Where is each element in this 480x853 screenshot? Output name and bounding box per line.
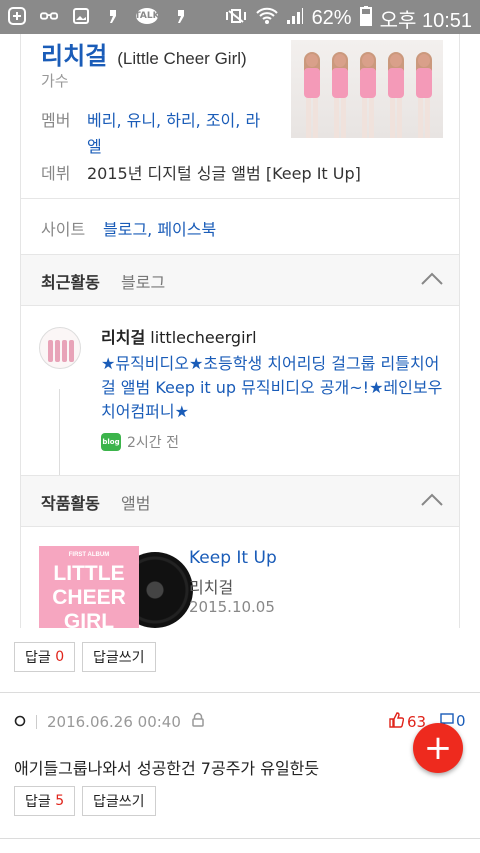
- comment-date: 2016.06.26 00:40: [47, 713, 181, 731]
- wifi-icon: [255, 7, 278, 31]
- add-comment-fab[interactable]: +: [413, 723, 463, 773]
- profile-card: 리치걸 (Little Cheer Girl) 가수 멤버 베리, 유니, 하리…: [20, 34, 460, 628]
- reply-count: 5: [55, 793, 65, 809]
- reply-label: 답글: [25, 650, 51, 666]
- debut-value: 2015년 디지털 싱글 앨범 [Keep It Up]: [87, 164, 361, 183]
- chevron-up-icon[interactable]: [421, 492, 443, 506]
- album-title[interactable]: Keep It Up: [189, 548, 277, 568]
- profile-name-en: (Little Cheer Girl): [117, 49, 247, 68]
- blog-icon: blog: [101, 433, 121, 451]
- reply-indicator-count: 0: [456, 712, 466, 730]
- profile-name-row: 리치걸 (Little Cheer Girl): [41, 36, 247, 71]
- recent-title: 최근활동: [41, 273, 100, 292]
- members-line2[interactable]: 엘: [87, 133, 102, 157]
- lock-icon: [191, 712, 205, 732]
- blog-author-id: littlecheergirl: [150, 328, 257, 347]
- write-reply-button[interactable]: 답글쓰기: [82, 786, 156, 816]
- blog-post-link[interactable]: ★뮤직비디오★초등학생 치어리딩 걸그룹 리틀치어걸 앨범 Keep it up…: [101, 352, 446, 424]
- works-title: 작품활동: [41, 494, 100, 513]
- notification-icons: TALK: [8, 7, 190, 25]
- status-bar: TALK 62% 오후 10:51: [0, 0, 480, 34]
- plus-icon: [8, 7, 26, 25]
- profile-name[interactable]: 리치걸: [41, 36, 107, 71]
- chevron-up-icon[interactable]: [421, 271, 443, 285]
- divider: [21, 198, 459, 199]
- battery-percent: 62%: [311, 7, 352, 29]
- debut-label: 데뷔: [41, 164, 71, 183]
- comment-divider: [0, 692, 480, 693]
- signal-icon: [286, 7, 304, 31]
- reply-label: 답글: [25, 794, 51, 810]
- talk-icon: TALK: [134, 8, 160, 24]
- album-artist: 리치걸: [189, 578, 234, 597]
- comment-text: 애기들그룹나와서 성공한건 7공주가 유일한듯: [14, 759, 320, 778]
- works-sub: 앨범: [121, 494, 151, 513]
- site-label: 사이트: [41, 220, 86, 239]
- profile-job: 가수: [41, 72, 69, 90]
- recent-activity-header[interactable]: 최근활동 블로그: [21, 255, 459, 305]
- album-cover-line3: GIRL: [63, 610, 115, 628]
- album-date: 2015.10.05: [189, 598, 275, 616]
- album-cover-line1: LITTLE: [53, 562, 125, 585]
- comment-divider: [0, 838, 480, 839]
- album-cover-line2: CHEER: [52, 586, 126, 609]
- reply-count-button[interactable]: 답글 0: [14, 642, 76, 672]
- thumbs-up-icon: [388, 712, 405, 732]
- blog-avatar[interactable]: [39, 327, 81, 369]
- reply-count: 0: [55, 649, 65, 665]
- divider: [21, 305, 459, 306]
- glasses-icon: [40, 7, 58, 25]
- recent-sub: 블로그: [121, 273, 166, 292]
- blog-time: 2시간 전: [127, 435, 179, 451]
- battery-icon: [359, 5, 372, 32]
- separator: [36, 715, 37, 729]
- quote-icon: [104, 7, 122, 25]
- write-reply-button[interactable]: 답글쓰기: [82, 642, 156, 672]
- works-header[interactable]: 작품활동 앨범: [21, 476, 459, 526]
- quote-icon: [172, 7, 190, 25]
- album-cover[interactable]: FIRST ALBUM LITTLE CHEER GIRL: [39, 546, 139, 628]
- member-label: 멤버: [41, 111, 71, 130]
- blog-author[interactable]: 리치걸 littlecheergirl: [101, 324, 257, 348]
- divider: [21, 526, 459, 527]
- blog-author-name: 리치걸: [101, 328, 146, 347]
- clock: 오후 10:51: [379, 10, 472, 32]
- commenter-icon: [14, 713, 26, 731]
- status-right: 62% 오후 10:51: [224, 4, 472, 33]
- comment-meta: 2016.06.26 00:40: [14, 712, 205, 732]
- members-line1[interactable]: 베리, 유니, 하리, 조이, 라: [87, 107, 260, 131]
- blog-meta: blog 2시간 전: [101, 432, 179, 452]
- reply-count-button[interactable]: 답글 5: [14, 786, 76, 816]
- image-icon: [72, 7, 90, 25]
- vibrate-mute-icon: [224, 7, 248, 31]
- album-cover-top: FIRST ALBUM: [68, 552, 110, 558]
- group-photo[interactable]: [291, 40, 443, 138]
- site-links[interactable]: 블로그, 페이스북: [103, 216, 216, 240]
